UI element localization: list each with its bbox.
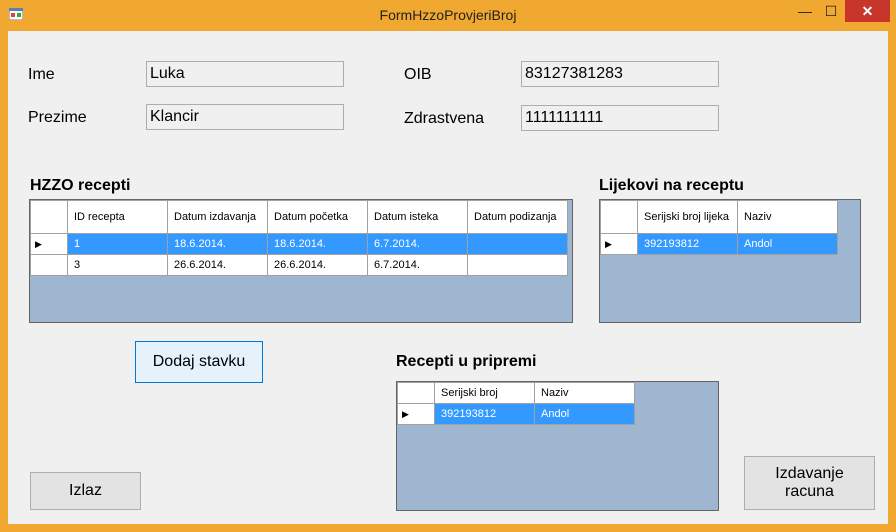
row-header-corner[interactable] bbox=[600, 200, 638, 234]
cell-naziv[interactable]: Andol bbox=[737, 233, 838, 255]
cell-datum-izdavanja[interactable]: 26.6.2014. bbox=[167, 254, 268, 276]
column-header-naziv[interactable]: Naziv bbox=[737, 200, 838, 234]
cell-datum-pocetka[interactable]: 18.6.2014. bbox=[267, 233, 368, 255]
column-header-naziv[interactable]: Naziv bbox=[534, 382, 635, 404]
current-row-arrow-icon: ▶ bbox=[605, 239, 612, 249]
row-header-corner[interactable] bbox=[30, 200, 68, 234]
cell-naziv[interactable]: Andol bbox=[534, 403, 635, 425]
hzzo-grid[interactable]: ID recepta Datum izdavanja Datum početka… bbox=[29, 199, 573, 323]
table-row[interactable]: 3 26.6.2014. 26.6.2014. 6.7.2014. bbox=[30, 254, 568, 276]
izlaz-button[interactable]: Izlaz bbox=[30, 472, 141, 510]
current-row-arrow-icon: ▶ bbox=[402, 409, 409, 419]
column-header-datum-pocetka[interactable]: Datum početka bbox=[267, 200, 368, 234]
cell-serijski-broj[interactable]: 392193812 bbox=[637, 233, 738, 255]
row-header-selected[interactable]: ▶ bbox=[397, 403, 435, 425]
priprema-grid[interactable]: Serijski broj Naziv ▶ 392193812 Andol bbox=[396, 381, 719, 511]
row-header-selected[interactable]: ▶ bbox=[600, 233, 638, 255]
minimize-button[interactable]: — bbox=[792, 0, 818, 22]
form-client-area: Ime Luka Prezime Klancir OIB 83127381283… bbox=[8, 31, 888, 524]
current-row-arrow-icon: ▶ bbox=[35, 239, 42, 249]
maximize-button[interactable]: ☐ bbox=[818, 0, 844, 22]
cell-datum-isteka[interactable]: 6.7.2014. bbox=[367, 233, 468, 255]
cell-datum-podizanja[interactable] bbox=[467, 254, 568, 276]
lijekovi-grid[interactable]: Serijski broj lijeka Naziv ▶ 392193812 A… bbox=[599, 199, 861, 323]
table-row[interactable]: ▶ 392193812 Andol bbox=[397, 403, 635, 425]
window-title: FormHzzoProvjeriBroj bbox=[379, 7, 517, 23]
prezime-label: Prezime bbox=[28, 109, 87, 126]
window: FormHzzoProvjeriBroj — ☐ ✕ Ime Luka Prez… bbox=[0, 0, 896, 532]
title-bar[interactable]: FormHzzoProvjeriBroj — ☐ ✕ bbox=[0, 0, 896, 31]
zdravstvena-label: Zdrastvena bbox=[404, 110, 485, 127]
close-button[interactable]: ✕ bbox=[845, 0, 890, 22]
izdavanje-racuna-button[interactable]: Izdavanje racuna bbox=[744, 456, 875, 510]
hzzo-heading: HZZO recepti bbox=[30, 177, 131, 194]
ime-field[interactable]: Luka bbox=[146, 61, 344, 87]
row-header-selected[interactable]: ▶ bbox=[30, 233, 68, 255]
row-header[interactable] bbox=[30, 254, 68, 276]
oib-field[interactable]: 83127381283 bbox=[521, 61, 719, 87]
cell-datum-isteka[interactable]: 6.7.2014. bbox=[367, 254, 468, 276]
prezime-field[interactable]: Klancir bbox=[146, 104, 344, 130]
column-header-serijski-broj[interactable]: Serijski broj bbox=[434, 382, 535, 404]
dodaj-stavku-button[interactable]: Dodaj stavku bbox=[135, 341, 263, 383]
cell-datum-podizanja[interactable] bbox=[467, 233, 568, 255]
zdravstvena-field[interactable]: 1111111111 bbox=[521, 105, 719, 131]
column-header-datum-podizanja[interactable]: Datum podizanja bbox=[467, 200, 568, 234]
column-header-id-recepta[interactable]: ID recepta bbox=[67, 200, 168, 234]
column-header-serijski-broj[interactable]: Serijski broj lijeka bbox=[637, 200, 738, 234]
cell-serijski-broj[interactable]: 392193812 bbox=[434, 403, 535, 425]
cell-id[interactable]: 1 bbox=[67, 233, 168, 255]
column-header-datum-isteka[interactable]: Datum isteka bbox=[367, 200, 468, 234]
table-row[interactable]: ▶ 1 18.6.2014. 18.6.2014. 6.7.2014. bbox=[30, 233, 568, 255]
column-header-datum-izdavanja[interactable]: Datum izdavanja bbox=[167, 200, 268, 234]
oib-label: OIB bbox=[404, 66, 432, 83]
lijekovi-heading: Lijekovi na receptu bbox=[599, 177, 744, 194]
cell-id[interactable]: 3 bbox=[67, 254, 168, 276]
cell-datum-pocetka[interactable]: 26.6.2014. bbox=[267, 254, 368, 276]
row-header-corner[interactable] bbox=[397, 382, 435, 404]
priprema-heading: Recepti u pripremi bbox=[396, 353, 537, 370]
cell-datum-izdavanja[interactable]: 18.6.2014. bbox=[167, 233, 268, 255]
ime-label: Ime bbox=[28, 66, 55, 83]
table-row[interactable]: ▶ 392193812 Andol bbox=[600, 233, 838, 255]
